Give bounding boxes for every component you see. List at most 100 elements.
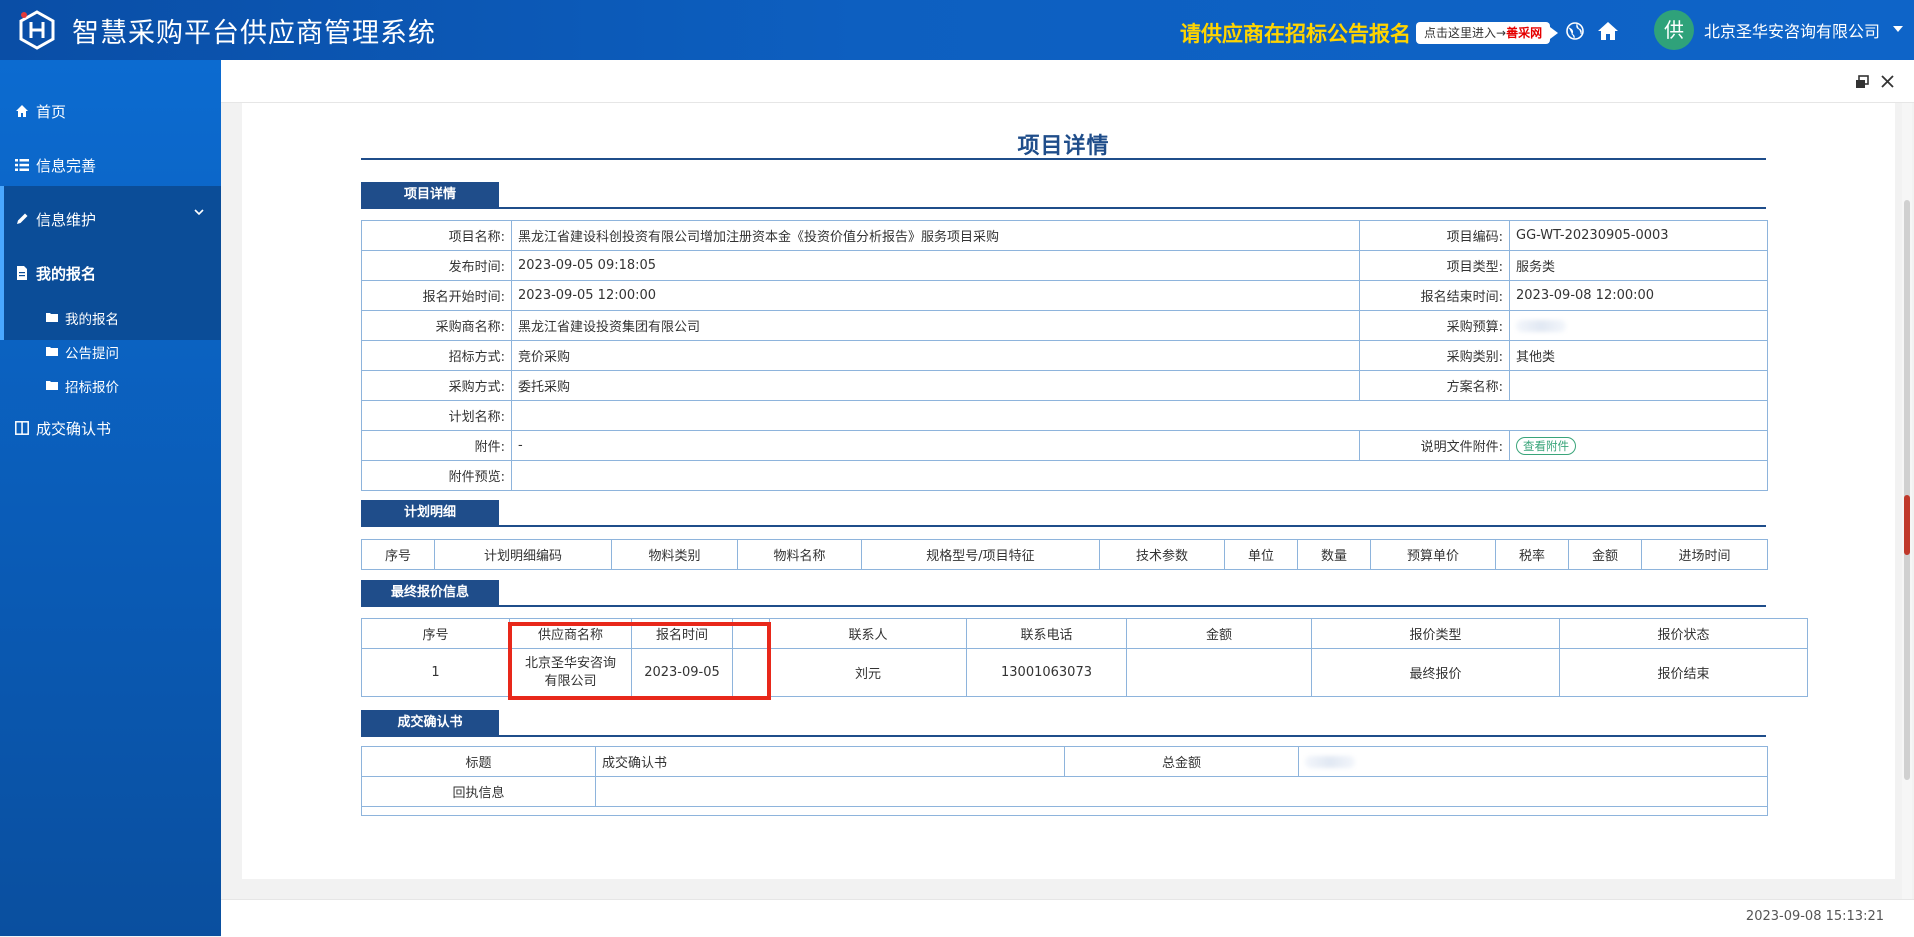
table-row: 回执信息 [361, 776, 1768, 807]
title-label: 标题 [361, 746, 596, 777]
doc-attachment-label: 说明文件附件: [1359, 430, 1510, 461]
folder-icon [46, 347, 58, 356]
attachment-value: - [511, 430, 1360, 461]
project-name-label: 项目名称: [361, 220, 512, 251]
user-name[interactable]: 北京圣华安咨询有限公司 [1704, 18, 1880, 42]
sidebar-item-label: 成交确认书 [36, 420, 112, 438]
column-header: 联系人 [769, 618, 967, 649]
publish-time-label: 发布时间: [361, 250, 512, 281]
divider [361, 158, 1766, 160]
scrollbar-thumb[interactable] [1904, 200, 1910, 780]
table-row: 报名开始时间: 2023-09-05 12:00:00 报名结束时间: 2023… [361, 280, 1768, 311]
column-header: 预算单价 [1370, 539, 1496, 570]
view-attachment-button[interactable]: 查看附件 [1516, 436, 1576, 455]
shancai-link-prefix: 点击这里进入→ [1424, 26, 1507, 40]
shancai-link[interactable]: 点击这里进入→善采网 [1416, 22, 1559, 44]
home-icon [16, 105, 28, 117]
buyer-value: 黑龙江省建设投资集团有限公司 [511, 310, 1360, 341]
app-logo-icon [19, 10, 55, 50]
restore-icon[interactable] [1855, 75, 1869, 89]
sidebar-subitem-label: 招标报价 [65, 380, 119, 396]
globe-icon[interactable] [1566, 22, 1584, 40]
top-header: 智慧采购平台供应商管理系统 请供应商在招标公告报名 点击这里进入→善采网 供 北… [0, 0, 1914, 60]
buyer-label: 采购商名称: [361, 310, 512, 341]
section-header-detail: 项目详情 [361, 182, 1766, 209]
column-header: 报价类型 [1311, 618, 1560, 649]
plan-name-value [511, 400, 1768, 431]
column-header: 规格型号/项目特征 [861, 539, 1100, 570]
purchase-method-label: 采购方式: [361, 370, 512, 401]
quote-index: 1 [361, 648, 510, 697]
chevron-down-icon[interactable] [194, 207, 204, 217]
table-row: 附件: - 说明文件附件: 查看附件 [361, 430, 1768, 461]
section-header-quote: 最终报价信息 [361, 580, 1766, 607]
sidebar-subitem-label: 我的报名 [65, 312, 119, 328]
columns-icon [15, 421, 29, 435]
section-title: 最终报价信息 [361, 580, 499, 605]
attachment-preview-value [511, 460, 1768, 491]
project-type-value: 服务类 [1509, 250, 1768, 281]
quote-contact: 刘元 [769, 648, 967, 697]
chevron-down-icon[interactable] [1893, 26, 1903, 32]
doc-attachment-value: 查看附件 [1509, 430, 1768, 461]
project-code-value: GG-WT-20230905-0003 [1509, 220, 1768, 251]
red-highlight-box [508, 622, 771, 700]
column-header: 金额 [1126, 618, 1312, 649]
plan-detail-table: 序号 计划明细编码 物料类别 物料名称 规格型号/项目特征 技术参数 单位 数量… [361, 539, 1768, 570]
table-header-row: 序号 计划明细编码 物料类别 物料名称 规格型号/项目特征 技术参数 单位 数量… [361, 539, 1768, 570]
section-header-confirm: 成交确认书 [361, 710, 1766, 737]
project-type-label: 项目类型: [1359, 250, 1510, 281]
quote-type: 最终报价 [1311, 648, 1560, 697]
page-title: 项目详情 [1017, 134, 1110, 159]
footer: 2023-09-08 15:13:21 [221, 899, 1914, 937]
signup-notice: 请供应商在招标公告报名 [1180, 22, 1411, 46]
project-code-label: 项目编码: [1359, 220, 1510, 251]
footer-timestamp: 2023-09-08 15:13:21 [1745, 909, 1884, 924]
table-row: 标题 成交确认书 总金额 [361, 746, 1768, 777]
folder-icon [46, 381, 58, 390]
close-icon[interactable] [1880, 74, 1895, 89]
column-header: 进场时间 [1641, 539, 1768, 570]
receipt-value [595, 776, 1768, 807]
quote-phone: 13001063073 [966, 648, 1127, 697]
document-icon [17, 266, 27, 280]
avatar[interactable]: 供 [1654, 10, 1694, 50]
column-header: 序号 [361, 618, 510, 649]
deal-confirm-table: 标题 成交确认书 总金额 回执信息 [361, 746, 1768, 816]
section-header-plan: 计划明细 [361, 500, 1766, 527]
table-row: 附件预览: [361, 460, 1768, 491]
shancai-link-name: 善采网 [1506, 26, 1543, 40]
column-header: 计划明细编码 [434, 539, 612, 570]
pencil-icon [17, 213, 28, 224]
table-row: 项目名称: 黑龙江省建设科创投资有限公司增加注册资本金《投资价值分析报告》服务项… [361, 220, 1768, 251]
category-value: 其他类 [1509, 340, 1768, 371]
sidebar-item-label: 首页 [36, 103, 67, 121]
app-title: 智慧采购平台供应商管理系统 [72, 18, 436, 49]
publish-time-value: 2023-09-05 09:18:05 [511, 250, 1360, 281]
list-icon [15, 159, 29, 171]
table-row: 发布时间: 2023-09-05 09:18:05 项目类型: 服务类 [361, 250, 1768, 281]
receipt-label: 回执信息 [361, 776, 596, 807]
blurred-value [1305, 755, 1355, 768]
table-row: 采购方式: 委托采购 方案名称: [361, 370, 1768, 401]
sidebar-active-indicator [0, 186, 4, 340]
bid-method-value: 竞价采购 [511, 340, 1360, 371]
column-header: 数量 [1297, 539, 1371, 570]
column-header: 金额 [1568, 539, 1642, 570]
signup-end-label: 报名结束时间: [1359, 280, 1510, 311]
project-detail-table: 项目名称: 黑龙江省建设科创投资有限公司增加注册资本金《投资价值分析报告》服务项… [361, 220, 1768, 491]
column-header: 序号 [361, 539, 435, 570]
column-header: 税率 [1495, 539, 1569, 570]
home-icon[interactable] [1597, 20, 1619, 42]
sidebar-item-label: 我的报名 [36, 265, 97, 283]
tab-bar [221, 60, 1914, 103]
budget-value [1509, 310, 1768, 341]
purchase-method-value: 委托采购 [511, 370, 1360, 401]
blurred-value [1516, 319, 1566, 332]
title-value: 成交确认书 [595, 746, 1065, 777]
column-header: 技术参数 [1099, 539, 1225, 570]
folder-icon [46, 313, 58, 322]
table-row: 计划名称: [361, 400, 1768, 431]
signup-end-value: 2023-09-08 12:00:00 [1509, 280, 1768, 311]
quote-amount [1126, 648, 1312, 697]
